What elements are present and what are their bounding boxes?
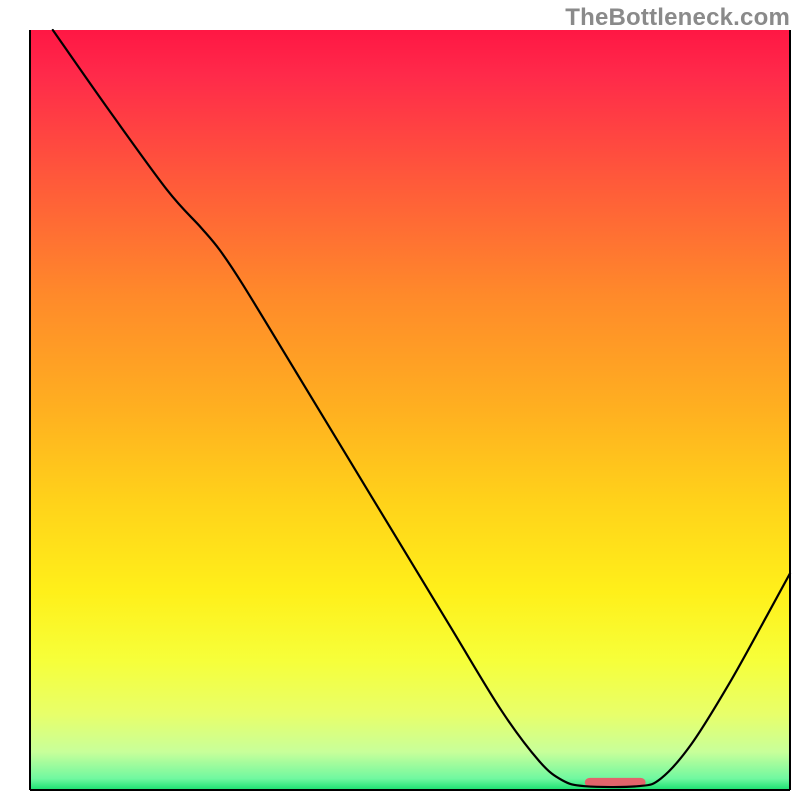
plot-background: [30, 30, 790, 790]
chart-svg: [0, 0, 800, 800]
chart-container: TheBottleneck.com: [0, 0, 800, 800]
